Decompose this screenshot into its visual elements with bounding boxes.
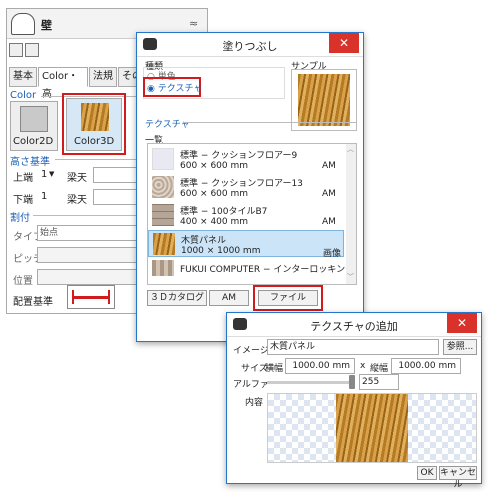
texture-preview (267, 393, 477, 463)
scroll-down-icon[interactable]: ﹀ (347, 272, 354, 282)
top-label: 上端 (13, 173, 33, 184)
item-size: 400 × 400 mm (180, 217, 249, 227)
scroll-up-icon[interactable]: ︿ (347, 144, 354, 154)
item-name: 標準 − 100タイルB7 (180, 207, 268, 217)
height-unit: mm (438, 361, 456, 371)
browse-button[interactable]: 参照... (443, 339, 477, 355)
color3d-label: Color3D (74, 136, 115, 147)
wall-icon (11, 13, 35, 35)
item-size: 600 × 600 mm (180, 189, 249, 199)
am-button[interactable]: AM (209, 290, 249, 306)
color3d-button[interactable]: Color3D (66, 98, 122, 151)
height-section-label: 高さ基準 (10, 157, 50, 168)
color2d-swatch (20, 106, 48, 132)
texture-thumb (153, 233, 175, 255)
item-name: FUKUI COMPUTER − インターロッキング… (180, 265, 357, 275)
item-name: 木質パネル (181, 236, 227, 246)
collapse-icon[interactable]: ≈ (189, 17, 198, 30)
preview-texture (336, 394, 408, 462)
width-label: 横幅 (265, 364, 284, 374)
position-label: 位置 (13, 276, 33, 287)
ok-button[interactable]: OK (417, 466, 437, 480)
content-label: 内容 (245, 398, 264, 408)
texture-section-label: テクスチャ (145, 120, 190, 130)
bottom-label: 下端 (13, 195, 33, 206)
item-name: 標準 − クッションフロアー13 (180, 179, 303, 189)
close-icon[interactable]: ✕ (329, 33, 359, 53)
list-item[interactable]: 標準 − 100タイルB7 400 × 400 mm AM (148, 202, 344, 229)
add-texture-dialog: テクスチャの追加 ✕ イメージ 木質パネル 参照... サイズ 横幅 1000.… (226, 312, 482, 490)
placement-label: 配置基準 (13, 297, 53, 308)
top-dropdown-icon[interactable]: ▼ (49, 170, 54, 178)
width-field[interactable]: 1000.00 mm (285, 358, 355, 374)
list-item-selected[interactable]: 木質パネル 1000 × 1000 mm 画像 (148, 230, 344, 259)
tab-regulation[interactable]: 法規 (89, 67, 117, 87)
tab-color-height[interactable]: Color・高 (38, 67, 88, 100)
x-separator: x (360, 361, 366, 371)
tool-icon-2[interactable] (25, 43, 39, 57)
radio-texture-label: テクスチャ (157, 84, 203, 94)
list-scrollbar[interactable]: ︿ ﹀ (346, 144, 356, 284)
file-button[interactable]: ファイル (258, 290, 318, 306)
image-label: イメージ (233, 346, 269, 356)
alpha-slider-track[interactable] (267, 381, 353, 384)
color3d-swatch (81, 103, 109, 131)
color2d-label: Color2D (13, 136, 54, 147)
alpha-field[interactable]: 255 (359, 374, 399, 390)
tool-icon-1[interactable] (9, 43, 23, 57)
add-dialog-title: テクスチャの追加 (310, 320, 398, 333)
list-item[interactable]: 標準 − クッションフロアー13 600 × 600 mm AM (148, 174, 344, 201)
item-source: AM (322, 217, 336, 227)
item-source: AM (322, 189, 336, 199)
division-section-label: 割付 (10, 213, 30, 224)
texture-list: 標準 − クッションフロアー9 600 × 600 mm AM 標準 − クッシ… (147, 143, 357, 285)
size-label: サイズ (241, 364, 268, 374)
texture-thumb (152, 176, 174, 198)
sample-swatch (298, 74, 350, 126)
item-source: AM (322, 161, 336, 171)
list-item[interactable]: FUKUI COMPUTER − インターロッキング… (148, 258, 356, 284)
item-size: 600 × 600 mm (180, 161, 249, 171)
color-section-label: Color (10, 90, 37, 101)
placement-line-icon (72, 296, 110, 299)
catalog-button[interactable]: ３Ｄカタログ (147, 290, 207, 306)
color2d-button[interactable]: Color2D (10, 101, 58, 151)
image-field[interactable]: 木質パネル (267, 339, 439, 355)
item-name: 標準 − クッションフロアー9 (180, 151, 298, 161)
tab-basic[interactable]: 基本 (9, 67, 37, 87)
alpha-label: アルファ (233, 380, 269, 390)
close-icon[interactable]: ✕ (447, 313, 477, 333)
bottom-target: 梁天 (67, 195, 87, 206)
list-item[interactable]: 標準 − クッションフロアー9 600 × 600 mm AM (148, 146, 344, 173)
item-size: 1000 × 1000 mm (181, 246, 261, 256)
alpha-slider-thumb[interactable] (349, 375, 355, 389)
height-field[interactable]: 1000.00 mm (391, 358, 461, 374)
placement-button[interactable] (67, 285, 115, 309)
cancel-button[interactable]: キャンセル (439, 466, 477, 490)
fill-dialog-titlebar[interactable]: 塗りつぶし ✕ (137, 33, 363, 57)
top-value[interactable]: 1 (41, 169, 47, 180)
texture-thumb (152, 260, 174, 276)
width-unit: mm (332, 361, 350, 371)
height-value: 1000.00 (398, 361, 436, 371)
height-label: 縦幅 (370, 364, 389, 374)
radio-texture[interactable]: ◉ テクスチャ (147, 81, 202, 94)
add-dialog-titlebar[interactable]: テクスチャの追加 ✕ (227, 313, 481, 337)
texture-thumb (152, 148, 174, 170)
texture-thumb (152, 204, 174, 226)
width-value: 1000.00 (292, 361, 330, 371)
top-target: 梁天 (67, 173, 87, 184)
fill-dialog: 塗りつぶし ✕ 種類 ○ 単色 ◉ テクスチャ サンプル テクスチャ 一覧 標準… (136, 32, 364, 342)
bottom-value[interactable]: 1 (41, 191, 47, 202)
panel-title: 壁 (41, 19, 52, 32)
